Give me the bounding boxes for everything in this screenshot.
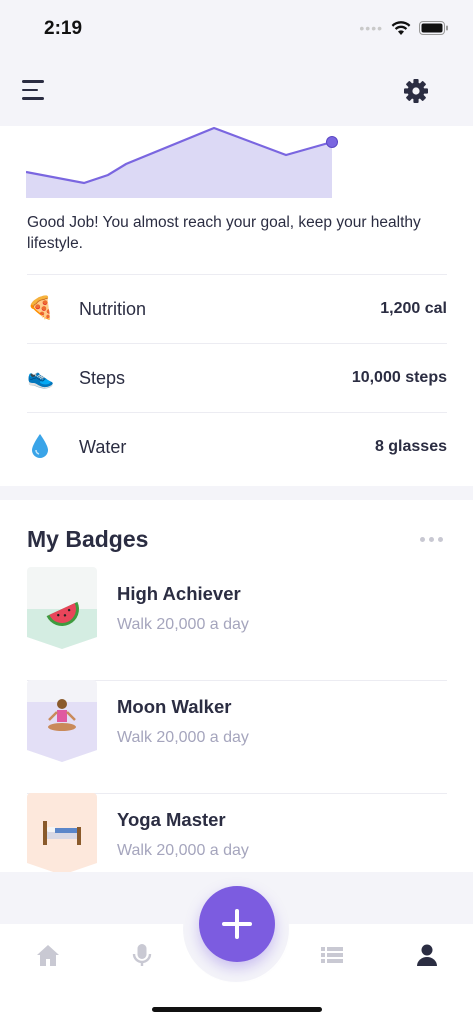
stat-label: Nutrition <box>79 299 147 319</box>
profile-icon[interactable] <box>412 940 442 970</box>
plus-icon[interactable] <box>199 886 275 962</box>
signal-icon: •••• <box>359 20 383 36</box>
watermelon-icon <box>27 567 97 649</box>
water-drop-icon <box>27 433 53 459</box>
status-time: 2:19 <box>44 18 83 39</box>
status-bar: 2:19 •••• <box>0 0 473 58</box>
stat-value: 10,000 steps <box>351 369 447 386</box>
gear-icon[interactable] <box>403 78 429 104</box>
badge-desc: Walk 20,000 a day <box>117 729 249 746</box>
battery-icon <box>419 21 448 35</box>
microphone-icon[interactable] <box>127 940 157 970</box>
badge-desc: Walk 20,000 a day <box>117 616 249 633</box>
pizza-icon: 🍕 <box>27 295 55 320</box>
progress-chart <box>26 126 338 198</box>
chart-end-point <box>326 136 338 148</box>
stat-row-nutrition[interactable]: 🍕 Nutrition 1,200 cal <box>27 274 447 343</box>
home-indicator <box>152 1007 322 1012</box>
top-bar <box>0 58 473 126</box>
status-icons: •••• <box>359 20 449 36</box>
summary-card: Good Job! You almost reach your goal, ke… <box>0 126 473 486</box>
stat-value: 8 glasses <box>374 438 447 455</box>
badge-desc: Walk 20,000 a day <box>117 842 249 859</box>
hamburger-menu-icon[interactable] <box>22 80 46 100</box>
badges-title: My Badges <box>27 526 149 552</box>
yoga-person-icon <box>27 680 97 762</box>
sneaker-icon: 👟 <box>27 364 55 389</box>
badges-section: My Badges High Achiever Walk 20,000 a da… <box>0 500 473 872</box>
badge-name: High Achiever <box>117 583 241 604</box>
stat-label: Steps <box>79 368 126 388</box>
wifi-icon <box>391 20 411 35</box>
bed-icon <box>27 793 97 872</box>
chart-area <box>26 128 332 198</box>
stat-row-steps[interactable]: 👟 Steps 10,000 steps <box>27 343 447 412</box>
badge-item-high-achiever[interactable]: High Achiever Walk 20,000 a day <box>27 567 447 681</box>
badge-item-moon-walker[interactable]: Moon Walker Walk 20,000 a day <box>27 680 447 794</box>
home-icon[interactable] <box>33 940 63 970</box>
stat-label: Water <box>79 437 127 457</box>
goal-message: Good Job! You almost reach your goal, ke… <box>27 214 421 252</box>
stat-row-water[interactable]: Water 8 glasses <box>27 412 447 481</box>
badge-name: Moon Walker <box>117 696 232 717</box>
more-options-icon[interactable] <box>420 537 443 542</box>
badge-item-yoga-master[interactable]: Yoga Master Walk 20,000 a day <box>27 793 447 872</box>
list-icon[interactable] <box>317 940 347 970</box>
badge-name: Yoga Master <box>117 809 226 830</box>
stat-value: 1,200 cal <box>380 300 447 317</box>
